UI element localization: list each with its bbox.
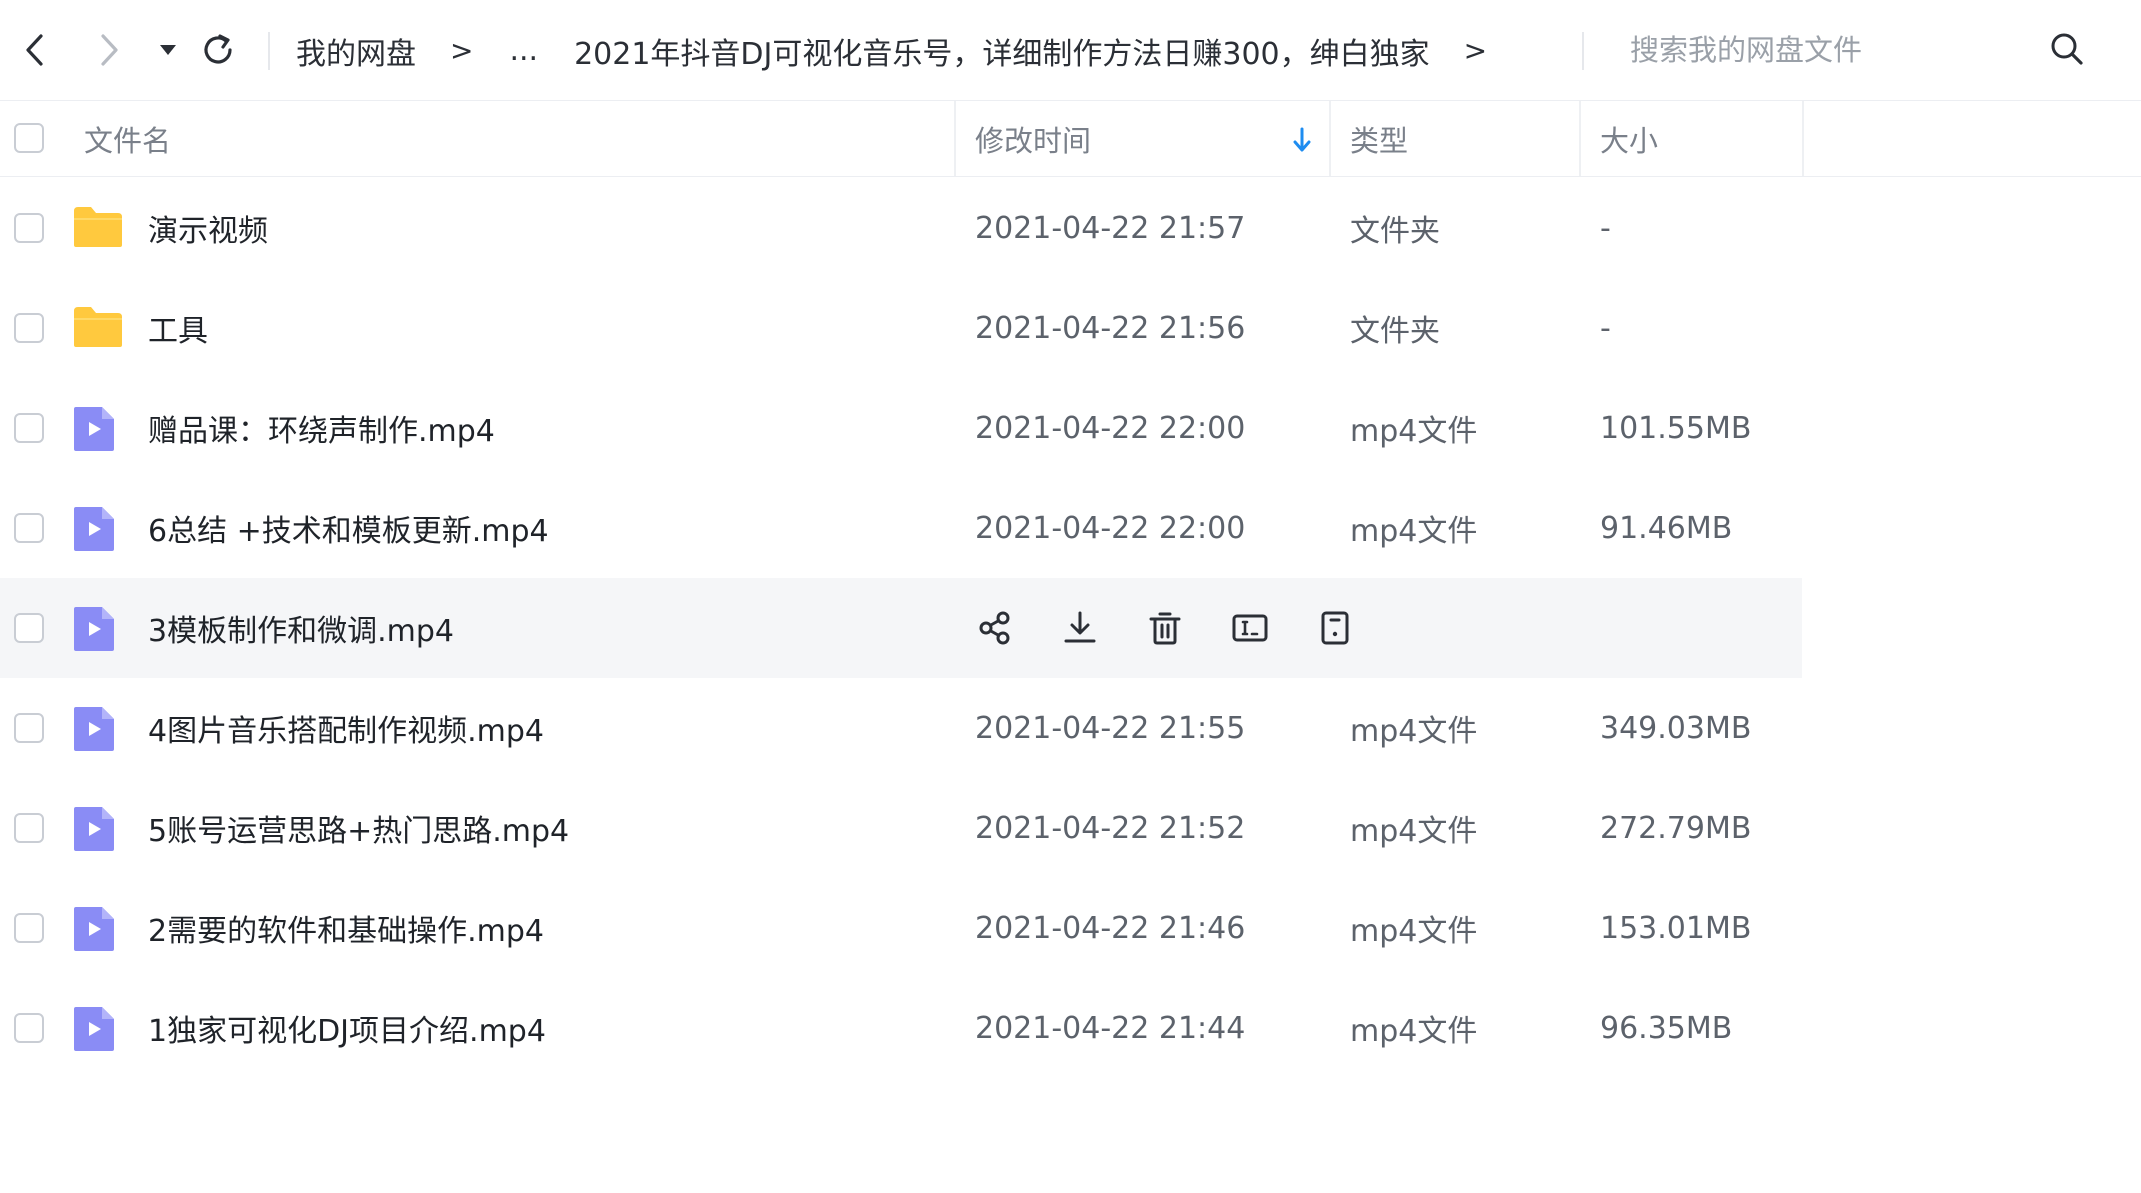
- refresh-button[interactable]: [193, 25, 243, 75]
- file-size: 272.79MB: [1600, 810, 1752, 846]
- file-row[interactable]: 1独家可视化DJ项目介绍.mp4 2021-04-22 21:44 mp4文件 …: [0, 978, 1802, 1078]
- breadcrumb-ellipsis[interactable]: ...: [509, 33, 538, 68]
- refresh-icon: [204, 34, 232, 64]
- file-modified: 2021-04-22 21:44: [975, 1010, 1246, 1046]
- file-modified: 2021-04-22 22:00: [975, 410, 1246, 446]
- search-button[interactable]: [2048, 30, 2086, 72]
- file-type: mp4文件: [1350, 914, 1478, 949]
- file-name[interactable]: 工具: [148, 278, 208, 378]
- file-row[interactable]: 赠品课：环绕声制作.mp4 2021-04-22 22:00 mp4文件 101…: [0, 378, 1802, 478]
- breadcrumb-separator: >: [450, 34, 474, 67]
- row-checkbox[interactable]: [14, 213, 44, 243]
- file-name[interactable]: 6总结 +技术和模板更新.mp4: [148, 478, 549, 578]
- file-type: mp4文件: [1350, 514, 1478, 549]
- share-icon: [979, 611, 1010, 645]
- delete-button[interactable]: [1145, 608, 1185, 648]
- column-header-name[interactable]: 文件名: [84, 101, 956, 176]
- column-header-modified[interactable]: 修改时间: [956, 101, 1331, 176]
- row-checkbox[interactable]: [14, 513, 44, 543]
- column-header-type[interactable]: 类型: [1331, 101, 1581, 176]
- video-file-icon: [74, 807, 114, 851]
- video-file-icon: [74, 407, 114, 451]
- file-modified: 2021-04-22 21:46: [975, 910, 1246, 946]
- file-type: 文件夹: [1350, 314, 1440, 349]
- row-checkbox[interactable]: [14, 413, 44, 443]
- video-file-icon: [74, 507, 114, 551]
- file-name[interactable]: 1独家可视化DJ项目介绍.mp4: [148, 978, 546, 1078]
- file-modified: 2021-04-22 21:56: [975, 310, 1246, 346]
- file-name[interactable]: 3模板制作和微调.mp4: [148, 578, 454, 678]
- download-icon: [1064, 611, 1096, 643]
- caret-down-icon: [160, 45, 176, 55]
- history-dropdown-button[interactable]: [143, 25, 193, 75]
- file-type: mp4文件: [1350, 714, 1478, 749]
- file-modified: 2021-04-22 22:00: [975, 510, 1246, 546]
- file-row[interactable]: 4图片音乐搭配制作视频.mp4 2021-04-22 21:55 mp4文件 3…: [0, 678, 1802, 778]
- row-checkbox[interactable]: [14, 613, 44, 643]
- rename-button[interactable]: [1230, 608, 1270, 648]
- more-file-icon: [1321, 611, 1349, 645]
- download-button[interactable]: [1060, 608, 1100, 648]
- row-checkbox[interactable]: [14, 1013, 44, 1043]
- file-modified: 2021-04-22 21:55: [975, 710, 1246, 746]
- row-checkbox[interactable]: [14, 913, 44, 943]
- file-type: mp4文件: [1350, 414, 1478, 449]
- folder-icon: [74, 207, 122, 247]
- file-row[interactable]: 5账号运营思路+热门思路.mp4 2021-04-22 21:52 mp4文件 …: [0, 778, 1802, 878]
- nav-divider: [268, 32, 270, 70]
- file-type: mp4文件: [1350, 814, 1478, 849]
- search-input[interactable]: [1610, 24, 2020, 76]
- search-divider: [1582, 32, 1584, 70]
- delete-icon: [1149, 612, 1181, 645]
- file-row[interactable]: 2需要的软件和基础操作.mp4 2021-04-22 21:46 mp4文件 1…: [0, 878, 1802, 978]
- file-row[interactable]: 演示视频 2021-04-22 21:57 文件夹 -: [0, 178, 1802, 278]
- row-checkbox[interactable]: [14, 813, 44, 843]
- back-button[interactable]: [10, 25, 60, 75]
- file-size: -: [1600, 310, 1611, 346]
- row-checkbox[interactable]: [14, 313, 44, 343]
- top-bar: 我的网盘 > ... 2021年抖音DJ可视化音乐号，详细制作方法日赚300，绅…: [0, 0, 2141, 101]
- video-file-icon: [74, 607, 114, 651]
- file-size: 91.46MB: [1600, 510, 1733, 546]
- column-header-modified-label: 修改时间: [975, 123, 1092, 158]
- row-checkbox[interactable]: [14, 713, 44, 743]
- file-type: mp4文件: [1350, 1014, 1478, 1049]
- column-header-size[interactable]: 大小: [1581, 101, 1804, 176]
- folder-icon: [74, 307, 122, 347]
- file-modified: 2021-04-22 21:52: [975, 810, 1246, 846]
- sort-descending-icon[interactable]: [1290, 126, 1314, 154]
- breadcrumb-root[interactable]: 我的网盘: [296, 29, 416, 73]
- file-name[interactable]: 5账号运营思路+热门思路.mp4: [148, 778, 569, 878]
- file-name[interactable]: 演示视频: [148, 178, 268, 278]
- video-file-icon: [74, 907, 114, 951]
- file-modified: 2021-04-22 21:57: [975, 210, 1246, 246]
- breadcrumb: 我的网盘 > ... 2021年抖音DJ可视化音乐号，详细制作方法日赚300，绅…: [296, 0, 1523, 101]
- table-header: 文件名 修改时间 类型 大小: [0, 101, 2141, 177]
- search-icon: [2051, 33, 2083, 65]
- file-row[interactable]: 6总结 +技术和模板更新.mp4 2021-04-22 22:00 mp4文件 …: [0, 478, 1802, 578]
- more-file-button[interactable]: [1315, 608, 1355, 648]
- select-all-checkbox[interactable]: [14, 123, 44, 153]
- rename-icon: [1232, 614, 1268, 642]
- file-row-hovered[interactable]: 3模板制作和微调.mp4: [0, 578, 1802, 678]
- video-file-icon: [74, 1007, 114, 1051]
- file-name[interactable]: 4图片音乐搭配制作视频.mp4: [148, 678, 544, 778]
- row-actions: [975, 578, 1400, 678]
- file-size: 101.55MB: [1600, 410, 1752, 446]
- breadcrumb-current[interactable]: 2021年抖音DJ可视化音乐号，详细制作方法日赚300，绅白独家: [574, 29, 1430, 73]
- file-size: 96.35MB: [1600, 1010, 1733, 1046]
- file-name[interactable]: 2需要的软件和基础操作.mp4: [148, 878, 544, 978]
- file-type: 文件夹: [1350, 214, 1440, 249]
- file-name[interactable]: 赠品课：环绕声制作.mp4: [148, 378, 495, 478]
- forward-button[interactable]: [84, 25, 134, 75]
- breadcrumb-separator: >: [1463, 34, 1488, 67]
- video-file-icon: [74, 707, 114, 751]
- forward-icon: [101, 34, 118, 66]
- file-size: 349.03MB: [1600, 710, 1752, 746]
- file-row[interactable]: 工具 2021-04-22 21:56 文件夹 -: [0, 278, 1802, 378]
- file-size: 153.01MB: [1600, 910, 1752, 946]
- file-size: -: [1600, 210, 1611, 246]
- back-icon: [26, 34, 43, 66]
- share-button[interactable]: [975, 608, 1015, 648]
